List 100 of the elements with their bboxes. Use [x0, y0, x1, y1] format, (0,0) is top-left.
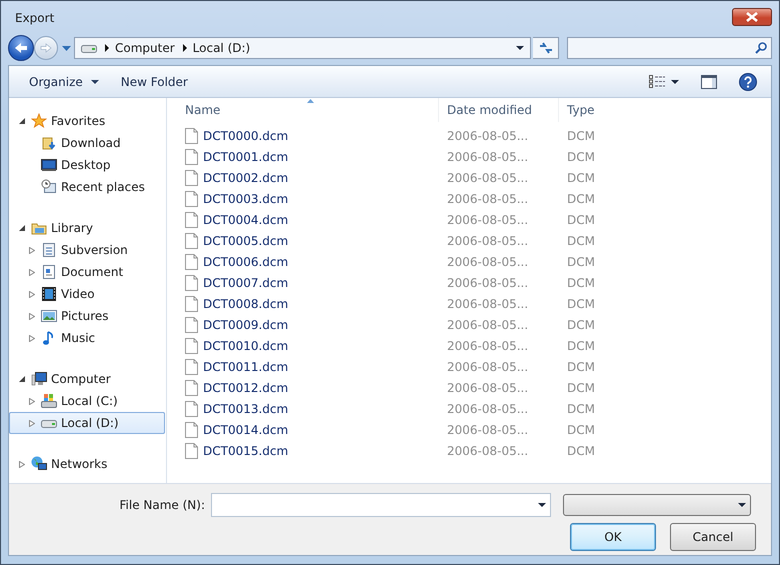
- column-header[interactable]: Type: [559, 98, 649, 122]
- table-cell-text: 2006-08-05...: [446, 338, 530, 352]
- table-cell-text: 2006-08-05...: [446, 150, 530, 164]
- collapsed-icon[interactable]: [19, 460, 25, 468]
- tree-item[interactable]: Local (C:): [9, 390, 165, 412]
- table-cell-text: 2006-08-05...: [446, 170, 530, 184]
- file-name[interactable]: DCT0006.dcm: [203, 254, 288, 268]
- collapsed-icon[interactable]: [29, 334, 35, 342]
- file-name[interactable]: DCT0015.dcm: [203, 444, 288, 458]
- table-cell-text: 2006-08-05...: [446, 128, 530, 142]
- folder-download-icon: [41, 135, 57, 151]
- preview-pane-icon[interactable]: [701, 74, 717, 88]
- caret-right-icon[interactable]: [105, 44, 109, 52]
- table-cell-text: 2006-08-05...: [446, 444, 530, 458]
- tree-item[interactable]: Pictures: [9, 305, 165, 327]
- file-type-dropdown[interactable]: [563, 494, 751, 516]
- file-icon: [185, 316, 198, 332]
- file-icon: [185, 442, 198, 458]
- address-bar[interactable]: Computer Local (D:): [74, 37, 531, 59]
- file-name[interactable]: DCT0003.dcm: [203, 192, 288, 206]
- table-cell-text: DCM: [566, 276, 595, 290]
- computer-icon: [31, 371, 47, 387]
- table-cell-text: DCM: [566, 296, 595, 310]
- file-icon: [185, 296, 198, 312]
- file-icon: [185, 170, 198, 186]
- file-name[interactable]: DCT0013.dcm: [203, 402, 288, 416]
- file-icon: [185, 358, 198, 374]
- breadcrumb[interactable]: Computer: [115, 41, 175, 55]
- expanded-icon[interactable]: [19, 118, 25, 124]
- collapsed-icon[interactable]: [29, 246, 35, 254]
- collapsed-icon[interactable]: [29, 268, 35, 276]
- organize-menu[interactable]: Organize: [21, 70, 107, 92]
- file-name[interactable]: DCT0012.dcm: [203, 380, 288, 394]
- search-field[interactable]: [567, 37, 772, 59]
- cancel-button[interactable]: Cancel: [670, 523, 756, 551]
- file-name[interactable]: DCT0007.dcm: [203, 276, 288, 290]
- table-cell-text: DCM: [566, 360, 595, 374]
- file-name[interactable]: DCT0011.dcm: [203, 360, 288, 374]
- table-cell-text: DCM: [566, 234, 595, 248]
- file-icon: [185, 212, 198, 228]
- tree-item[interactable]: Download: [9, 132, 165, 154]
- drive-icon: [41, 393, 57, 409]
- caret-right-icon[interactable]: [182, 44, 187, 52]
- tree-item[interactable]: Subversion: [9, 239, 165, 261]
- table-cell-text: DCM: [566, 380, 595, 394]
- file-name[interactable]: DCT0002.dcm: [203, 170, 288, 184]
- table-cell-text: 2006-08-05...: [446, 380, 530, 394]
- file-name[interactable]: DCT0009.dcm: [203, 318, 288, 332]
- file-name-field[interactable]: [211, 493, 551, 517]
- refresh-button[interactable]: [533, 37, 559, 59]
- breadcrumb[interactable]: Local (D:): [192, 41, 250, 55]
- close-button[interactable]: [732, 8, 772, 26]
- field-label: File Name (N):: [118, 498, 206, 512]
- caret-down-icon[interactable]: [538, 503, 546, 507]
- file-icon: [185, 232, 198, 248]
- monitor-icon: [41, 157, 57, 173]
- file-name[interactable]: DCT0014.dcm: [203, 422, 288, 436]
- expanded-icon[interactable]: [19, 224, 25, 232]
- column-header[interactable]: Date modified: [439, 98, 559, 122]
- file-icon: [185, 190, 198, 206]
- toolbar-button[interactable]: New Folder: [112, 70, 196, 92]
- ok-button[interactable]: OK: [570, 523, 656, 551]
- file-name[interactable]: DCT0004.dcm: [203, 212, 288, 226]
- tree-item[interactable]: Local (D:): [9, 412, 165, 434]
- table-cell-text: 2006-08-05...: [446, 402, 530, 416]
- collapsed-icon[interactable]: [29, 290, 35, 298]
- tree-item[interactable]: Music: [9, 327, 165, 349]
- tree-item[interactable]: Library: [9, 217, 165, 239]
- file-name[interactable]: DCT0008.dcm: [203, 296, 288, 310]
- star-icon: [31, 113, 47, 129]
- file-name[interactable]: DCT0005.dcm: [203, 234, 288, 248]
- caret-down-icon[interactable]: [671, 80, 679, 84]
- caret-down-icon[interactable]: [516, 46, 524, 50]
- file-icon: [185, 254, 198, 270]
- help-icon[interactable]: [739, 72, 757, 90]
- tree-item[interactable]: Video: [9, 283, 165, 305]
- tree-item[interactable]: Document: [9, 261, 165, 283]
- file-name[interactable]: DCT0001.dcm: [203, 150, 288, 164]
- arrow-left-icon: [14, 42, 28, 54]
- view-list-icon[interactable]: [649, 75, 665, 88]
- collapsed-icon[interactable]: [29, 398, 35, 404]
- tree-item[interactable]: Favorites: [9, 110, 165, 132]
- collapsed-icon[interactable]: [29, 420, 35, 426]
- file-icon: [185, 380, 198, 396]
- file-name[interactable]: DCT0010.dcm: [203, 338, 288, 352]
- tree-item[interactable]: Recent places: [9, 176, 165, 198]
- tree-item[interactable]: Networks: [9, 453, 165, 475]
- file-icon: [185, 148, 198, 164]
- expanded-icon[interactable]: [19, 376, 25, 382]
- tree-item[interactable]: Desktop: [9, 154, 165, 176]
- tree-item[interactable]: Computer: [9, 368, 165, 390]
- globe-icon: [31, 456, 47, 472]
- table-cell-text: 2006-08-05...: [446, 422, 530, 436]
- file-name[interactable]: DCT0000.dcm: [203, 128, 288, 142]
- history-dropdown[interactable]: [60, 46, 72, 50]
- caret-down-icon: [62, 46, 70, 50]
- collapsed-icon[interactable]: [29, 312, 35, 320]
- back-button[interactable]: [8, 35, 34, 61]
- table-cell-text: 2006-08-05...: [446, 212, 530, 226]
- document-icon: [41, 242, 57, 258]
